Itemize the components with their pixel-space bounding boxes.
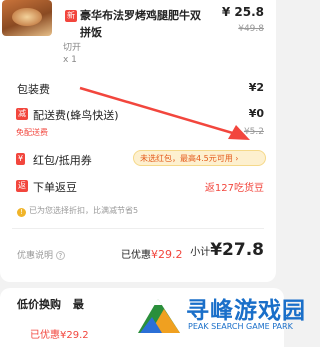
- watermark-logo: 寻峰游戏园 PEAK SEARCH GAME PARK: [136, 289, 316, 339]
- upsell-title-more: 最: [72, 298, 84, 311]
- bottom-discount-value: ¥29.2: [60, 330, 89, 341]
- bottom-discount: 已优惠¥29.2: [30, 326, 89, 341]
- bottom-discount-label: 已优惠: [30, 330, 60, 341]
- watermark-subtext: PEAK SEARCH GAME PARK: [188, 322, 293, 331]
- upsell-title-text: 低价换购: [17, 298, 61, 311]
- watermark-text: 寻峰游戏园: [186, 298, 306, 324]
- mountain-icon: [138, 299, 180, 333]
- upsell-title: 低价换购 最: [17, 296, 84, 312]
